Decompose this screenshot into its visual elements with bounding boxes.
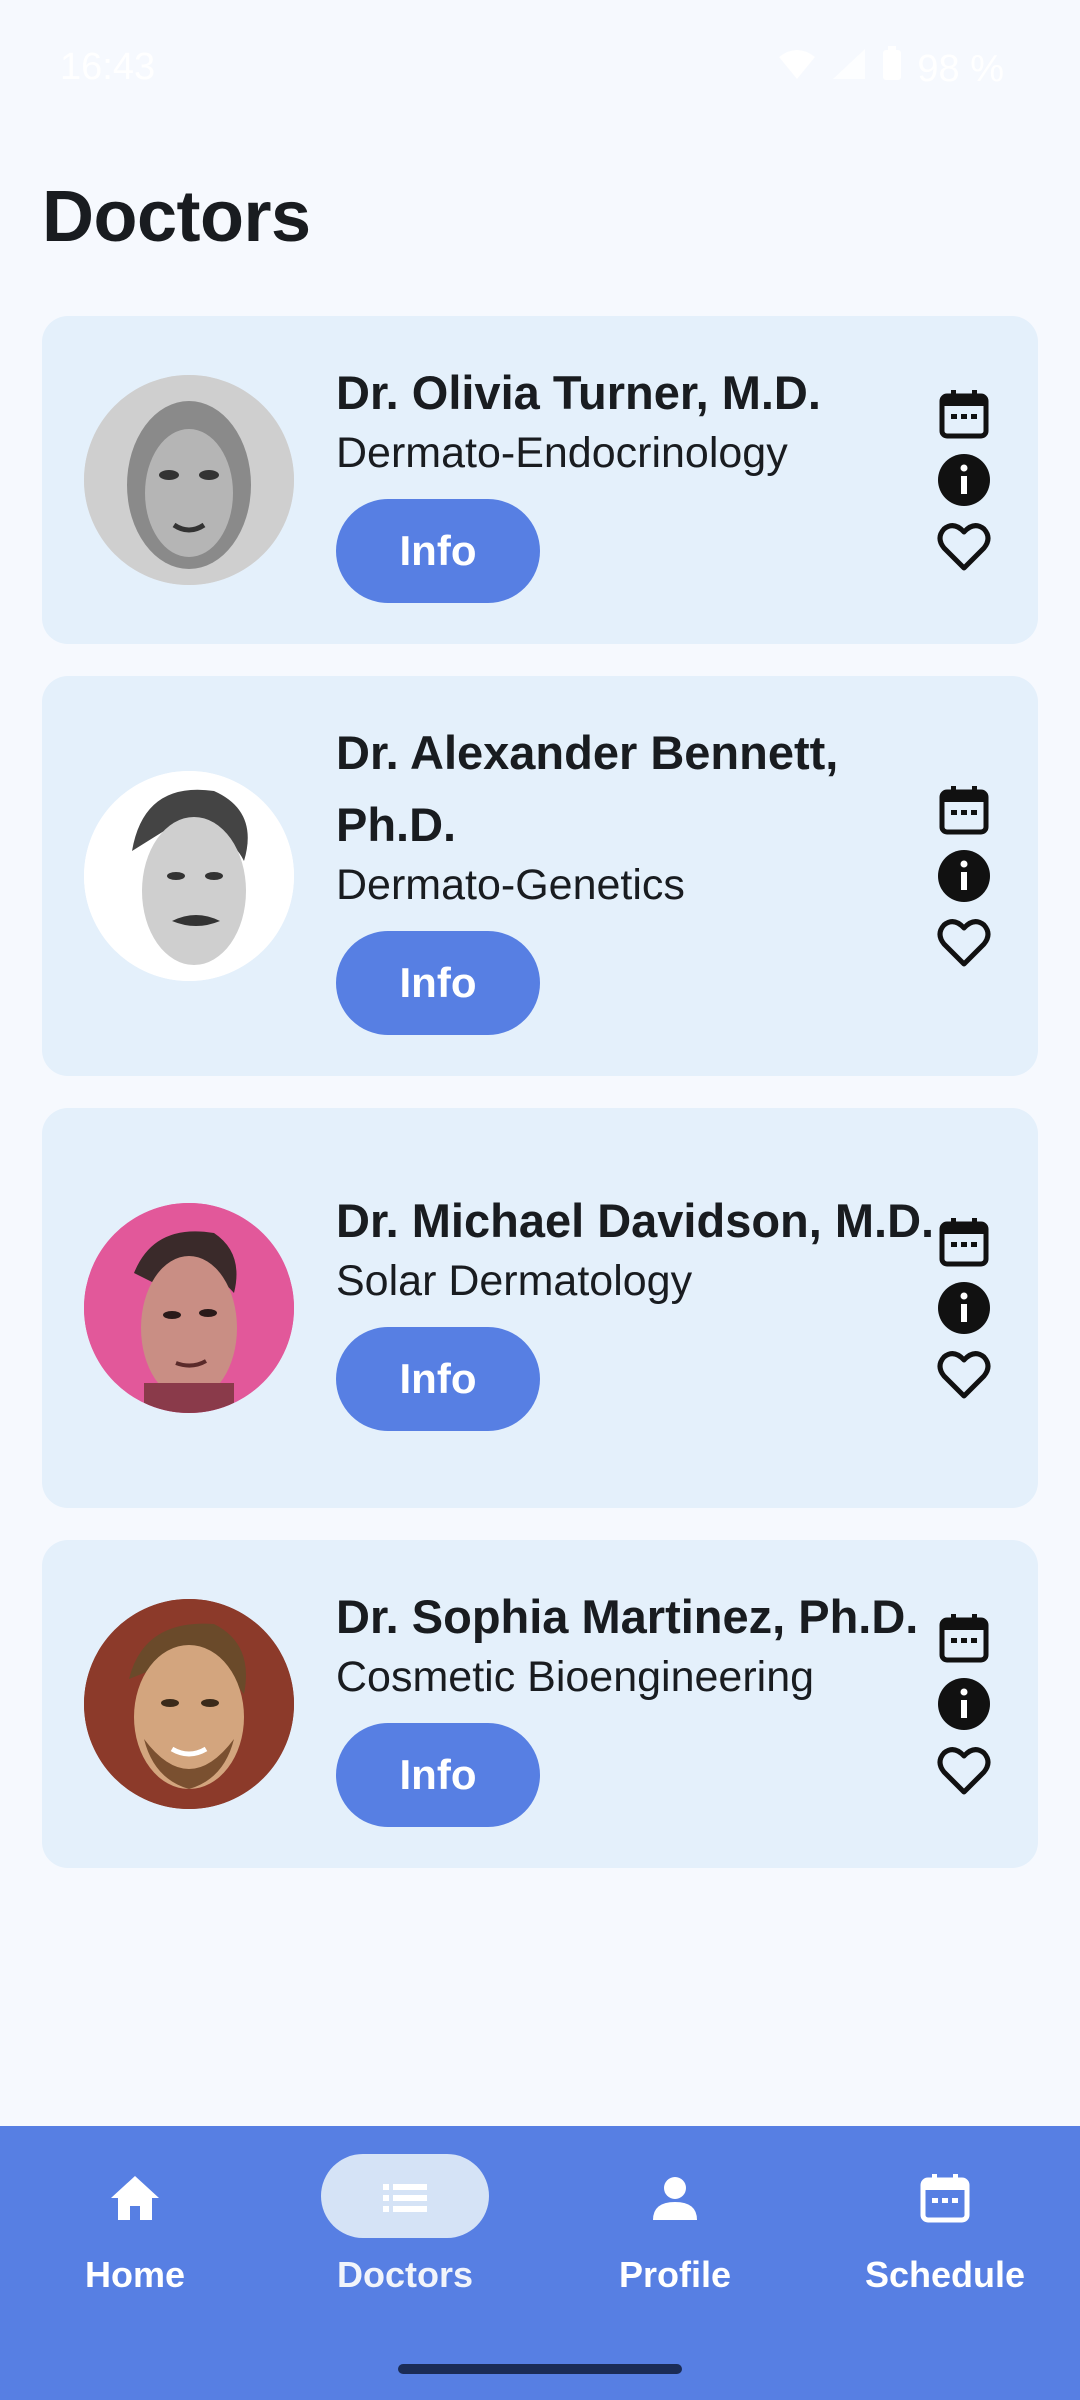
battery-icon [881,46,903,92]
status-icons: 98 % [777,46,1004,92]
doctor-name: Dr. Michael Davidson, M.D. [336,1194,935,1247]
info-button[interactable]: Info [336,1723,540,1827]
heart-icon[interactable] [936,914,992,970]
doctor-card: Dr. Michael Davidson, M.D. Solar Dermato… [42,1108,1038,1508]
info-button[interactable]: Info [336,931,540,1035]
status-time: 16:43 [60,46,156,88]
card-actions [936,782,992,970]
heart-icon[interactable] [936,1742,992,1798]
nav-doctors[interactable]: Doctors [270,2126,540,2400]
info-icon[interactable] [936,848,992,904]
nav-schedule-label: Schedule [864,2254,1026,2295]
doctor-name: Dr. Alexander Bennett, Ph.D. [336,726,839,851]
doctor-avatar [84,771,294,981]
doctor-info: Dr. Michael Davidson, M.D. Solar Dermato… [336,1185,936,1431]
nav-doctors-label: Doctors [336,2254,474,2295]
page-title: Doctors [42,177,311,257]
bottom-navigation: Home Doctors Profile Schedule [0,2126,1080,2400]
doctor-specialty: Dermato-Genetics [336,861,685,909]
wifi-icon [777,47,817,91]
calendar-icon [917,2170,973,2226]
doctor-card: Dr. Sophia Martinez, Ph.D. Cosmetic Bioe… [42,1540,1038,1868]
calendar-icon[interactable] [936,782,992,838]
person-icon [647,2170,703,2226]
doctor-specialty: Dermato-Endocrinology [336,429,788,477]
heart-icon[interactable] [936,518,992,574]
home-icon [107,2170,163,2226]
heart-icon[interactable] [936,1346,992,1402]
list-icon [377,2170,433,2226]
nav-schedule[interactable]: Schedule [810,2126,1080,2400]
nav-profile[interactable]: Profile [540,2126,810,2400]
calendar-icon[interactable] [936,1610,992,1666]
info-button[interactable]: Info [336,1327,540,1431]
nav-profile-label: Profile [618,2254,732,2295]
doctor-specialty: Cosmetic Bioengineering [336,1653,815,1701]
doctor-card: Dr. Olivia Turner, M.D. Dermato-Endocrin… [42,316,1038,644]
doctor-avatar [84,1599,294,1809]
doctor-list: Dr. Olivia Turner, M.D. Dermato-Endocrin… [42,316,1038,1900]
doctor-avatar [84,1203,294,1413]
status-bar: 16:43 98 % [0,0,1080,135]
doctor-info: Dr. Alexander Bennett, Ph.D. Dermato-Gen… [336,717,936,1035]
doctor-avatar [84,375,294,585]
info-icon[interactable] [936,1676,992,1732]
card-actions [936,1214,992,1402]
doctor-specialty: Solar Dermatology [336,1257,693,1305]
gesture-bar[interactable] [398,2364,682,2374]
nav-home[interactable]: Home [0,2126,270,2400]
info-icon[interactable] [936,452,992,508]
doctor-name: Dr. Sophia Martinez, Ph.D. [336,1590,919,1643]
signal-icon [831,47,867,91]
calendar-icon[interactable] [936,1214,992,1270]
doctor-name: Dr. Olivia Turner, M.D. [336,366,821,419]
card-actions [936,1610,992,1798]
info-button[interactable]: Info [336,499,540,603]
calendar-icon[interactable] [936,386,992,442]
doctor-card: Dr. Alexander Bennett, Ph.D. Dermato-Gen… [42,676,1038,1076]
nav-home-label: Home [84,2254,186,2295]
doctor-info: Dr. Olivia Turner, M.D. Dermato-Endocrin… [336,357,936,603]
doctor-info: Dr. Sophia Martinez, Ph.D. Cosmetic Bioe… [336,1581,936,1827]
battery-level: 98 % [917,47,1004,90]
info-icon[interactable] [936,1280,992,1336]
card-actions [936,386,992,574]
